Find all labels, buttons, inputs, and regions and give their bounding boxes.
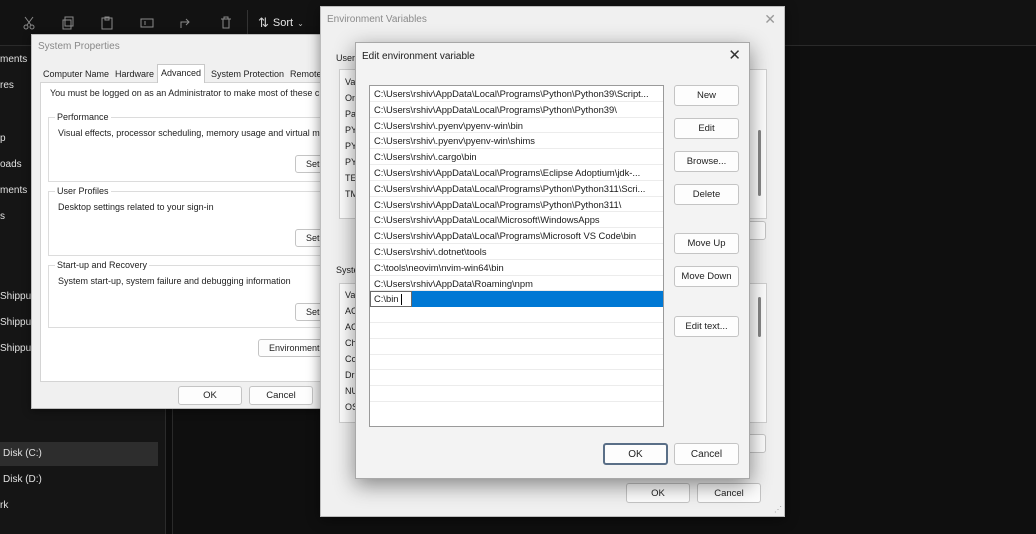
- empty-row[interactable]: [370, 307, 663, 323]
- empty-row[interactable]: [370, 339, 663, 355]
- move-up-button[interactable]: Move Up: [674, 233, 739, 254]
- list-item-editing[interactable]: C:\bin: [370, 291, 663, 308]
- nav-item[interactable]: res: [0, 74, 14, 98]
- empty-row[interactable]: [370, 386, 663, 402]
- startup-recovery-group: Start-up and Recovery: [48, 260, 328, 328]
- scrollbar-thumb[interactable]: [758, 297, 761, 337]
- nav-item[interactable]: s: [0, 205, 5, 229]
- list-item[interactable]: C:\Users\rshiv\.pyenv\pyenv-win\bin: [370, 118, 663, 134]
- list-item[interactable]: C:\Users\rshiv\AppData\Local\Programs\Py…: [370, 197, 663, 213]
- list-item[interactable]: C:\Users\rshiv\AppData\Roaming\npm: [370, 276, 663, 292]
- close-icon[interactable]: ✕: [764, 11, 776, 28]
- dialog-title: System Properties: [38, 41, 120, 52]
- rename-icon[interactable]: [138, 14, 156, 32]
- ok-button[interactable]: OK: [603, 443, 668, 465]
- path-list[interactable]: C:\Users\rshiv\AppData\Local\Programs\Py…: [369, 85, 664, 427]
- tab-hardware[interactable]: Hardware: [112, 66, 157, 82]
- resize-grip-icon[interactable]: ⋰: [774, 505, 782, 514]
- tab-system-protection[interactable]: System Protection: [208, 66, 287, 82]
- list-cell: Dr: [345, 370, 355, 380]
- nav-item[interactable]: Shippu: [0, 285, 31, 309]
- list-item[interactable]: C:\Users\rshiv\.dotnet\tools: [370, 244, 663, 260]
- list-cell: Va: [345, 77, 356, 87]
- list-item[interactable]: C:\Users\rshiv\AppData\Local\Programs\Mi…: [370, 228, 663, 244]
- system-properties-dialog: System Properties Computer Name Hardware…: [31, 34, 338, 409]
- nav-item-disk-d[interactable]: Disk (D:): [0, 468, 42, 492]
- close-icon[interactable]: ✕: [728, 46, 741, 64]
- list-item[interactable]: C:\Users\rshiv\.pyenv\pyenv-win\shims: [370, 133, 663, 150]
- nav-item[interactable]: rk: [0, 494, 8, 518]
- list-item[interactable]: C:\Users\rshiv\AppData\Local\Programs\Py…: [370, 86, 663, 102]
- cancel-button[interactable]: Cancel: [674, 443, 739, 465]
- dialog-title: Edit environment variable: [362, 51, 475, 62]
- nav-item[interactable]: Shippu: [0, 311, 31, 335]
- nav-item-disk-c[interactable]: Disk (C:): [0, 442, 158, 466]
- cut-icon[interactable]: [20, 14, 38, 32]
- sort-icon: ⇅: [258, 15, 269, 30]
- move-down-button[interactable]: Move Down: [674, 266, 739, 287]
- sysprops-cancel-button[interactable]: Cancel: [249, 386, 313, 405]
- list-cell: Va: [345, 290, 356, 300]
- sort-button[interactable]: ⇅ Sort ⌄: [258, 13, 304, 33]
- profiles-desc: Desktop settings related to your sign-in: [58, 202, 214, 212]
- nav-item[interactable]: ments: [0, 48, 27, 72]
- nav-item[interactable]: p: [0, 127, 6, 151]
- new-button[interactable]: New: [674, 85, 739, 106]
- empty-row[interactable]: [370, 402, 663, 418]
- list-item[interactable]: C:\Users\rshiv\AppData\Local\Programs\Py…: [370, 102, 663, 118]
- empty-row[interactable]: [370, 355, 663, 371]
- scrollbar-thumb[interactable]: [758, 130, 761, 196]
- sysprops-ok-button[interactable]: OK: [178, 386, 242, 405]
- edit-environment-variable-dialog: Edit environment variable ✕ C:\Users\rsh…: [355, 42, 750, 479]
- performance-group: Performance: [48, 112, 328, 182]
- user-variables-label: User: [336, 53, 356, 63]
- admin-note: You must be logged on as an Administrato…: [50, 88, 330, 98]
- empty-row[interactable]: [370, 370, 663, 387]
- nav-item[interactable]: Shippu: [0, 337, 31, 361]
- nav-item[interactable]: oads: [0, 153, 22, 177]
- copy-icon[interactable]: [59, 14, 77, 32]
- share-icon[interactable]: [177, 14, 195, 32]
- list-item[interactable]: C:\Users\rshiv\AppData\Local\Programs\Ec…: [370, 165, 663, 181]
- path-edit-input[interactable]: C:\bin: [370, 291, 412, 308]
- performance-desc: Visual effects, processor scheduling, me…: [58, 128, 333, 138]
- paste-icon[interactable]: [98, 14, 116, 32]
- toolbar-divider: [247, 10, 248, 36]
- edit-button[interactable]: Edit: [674, 118, 739, 139]
- env-ok-button[interactable]: OK: [626, 483, 690, 503]
- startup-desc: System start-up, system failure and debu…: [58, 276, 291, 286]
- dialog-title: Environment Variables: [327, 14, 427, 25]
- delete-icon[interactable]: [217, 14, 235, 32]
- path-edit-value: C:\bin: [374, 293, 399, 305]
- browse-button[interactable]: Browse...: [674, 151, 739, 172]
- empty-row[interactable]: [370, 323, 663, 339]
- chevron-down-icon: ⌄: [297, 18, 304, 28]
- delete-button[interactable]: Delete: [674, 184, 739, 205]
- user-profiles-group: User Profiles: [48, 186, 328, 256]
- list-item[interactable]: C:\tools\neovim\nvim-win64\bin: [370, 260, 663, 276]
- group-label: Start-up and Recovery: [55, 260, 150, 270]
- tab-advanced[interactable]: Advanced: [157, 64, 206, 83]
- tab-remote[interactable]: Remote: [287, 66, 325, 82]
- list-item[interactable]: C:\Users\rshiv\.cargo\bin: [370, 149, 663, 165]
- group-label: Performance: [55, 112, 111, 122]
- group-label: User Profiles: [55, 186, 111, 196]
- list-item[interactable]: C:\Users\rshiv\AppData\Local\Programs\Py…: [370, 181, 663, 197]
- text-caret: [401, 294, 402, 306]
- env-cancel-button[interactable]: Cancel: [697, 483, 761, 503]
- nav-item[interactable]: ments: [0, 179, 27, 203]
- tab-computer-name[interactable]: Computer Name: [40, 66, 112, 82]
- list-item[interactable]: C:\Users\rshiv\AppData\Local\Microsoft\W…: [370, 212, 663, 229]
- sort-label: Sort: [272, 17, 294, 29]
- edit-text-button[interactable]: Edit text...: [674, 316, 739, 337]
